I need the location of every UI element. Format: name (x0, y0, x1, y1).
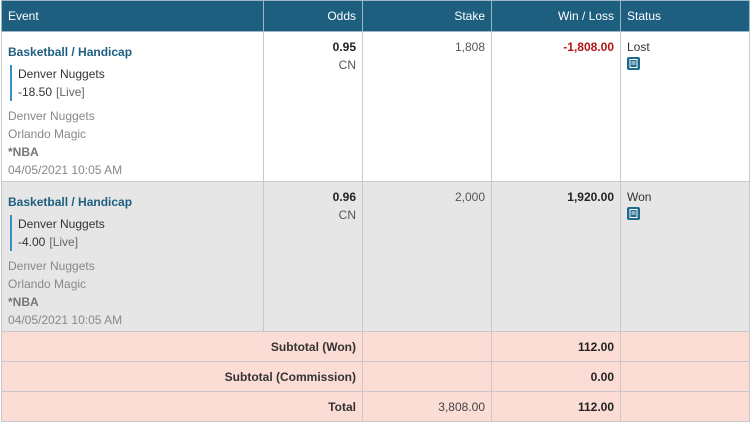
stake-cell: 1,808 (362, 31, 492, 182)
total-status-cell (620, 391, 750, 422)
subtotal-won-stake-cell (362, 331, 492, 362)
odds-type: CN (338, 58, 356, 72)
selection-line-row: -18.50 [Live] (18, 83, 257, 101)
odds-value: 0.96 (332, 190, 356, 204)
receipt-icon[interactable] (627, 207, 640, 220)
selection-team: Denver Nuggets (18, 217, 105, 231)
subtotal-won-value: 112.00 (491, 331, 621, 362)
subtotal-won-status-cell (620, 331, 750, 362)
win-loss-cell: -1,808.00 (491, 31, 621, 182)
odds-type: CN (338, 208, 356, 222)
total-label: Total (1, 391, 363, 422)
stake-cell: 2,000 (362, 181, 492, 332)
odds-cell: 0.96 CN (263, 181, 363, 332)
total-stake: 3,808.00 (362, 391, 492, 422)
win-loss-cell: 1,920.00 (491, 181, 621, 332)
column-header-status[interactable]: Status (620, 0, 750, 32)
column-header-event[interactable]: Event (1, 0, 264, 32)
league-name: *NBA (8, 145, 39, 159)
handicap-line: -18.50 (18, 85, 53, 99)
bet-history-table: Event Odds Stake Win / Loss Status Baske… (1, 0, 750, 422)
column-header-stake[interactable]: Stake (362, 0, 492, 32)
handicap-line: -4.00 (18, 235, 46, 249)
stake-value: 2,000 (454, 190, 485, 204)
win-loss-value: 1,920.00 (567, 190, 614, 204)
subtotal-commission-value: 0.00 (491, 361, 621, 392)
bet-row: Basketball / Handicap Denver Nuggets -4.… (1, 181, 750, 332)
home-team: Denver Nuggets (8, 109, 95, 123)
subtotal-won-row: Subtotal (Won) 112.00 (1, 331, 750, 362)
column-header-odds[interactable]: Odds (263, 0, 363, 32)
odds-value: 0.95 (332, 40, 356, 54)
status-label: Won (627, 190, 652, 204)
event-datetime: 04/05/2021 10:05 AM (8, 163, 123, 177)
subtotal-won-label: Subtotal (Won) (1, 331, 363, 362)
selection-team: Denver Nuggets (18, 67, 105, 81)
column-header-win-loss[interactable]: Win / Loss (491, 0, 621, 32)
table-header-row: Event Odds Stake Win / Loss Status (1, 0, 750, 32)
status-label: Lost (627, 40, 650, 54)
subtotal-commission-status-cell (620, 361, 750, 392)
home-team: Denver Nuggets (8, 259, 95, 273)
win-loss-value: -1,808.00 (563, 40, 614, 54)
selection-block: Denver Nuggets -4.00 [Live] (10, 215, 257, 251)
selection-line-row: -4.00 [Live] (18, 233, 257, 251)
subtotal-commission-row: Subtotal (Commission) 0.00 (1, 361, 750, 392)
receipt-icon[interactable] (627, 57, 640, 70)
total-value: 112.00 (491, 391, 621, 422)
live-badge: [Live] (56, 85, 85, 99)
event-title: Basketball / Handicap (8, 195, 133, 209)
odds-cell: 0.95 CN (263, 31, 363, 182)
away-team: Orlando Magic (8, 277, 87, 291)
total-row: Total 3,808.00 112.00 (1, 391, 750, 422)
bet-row: Basketball / Handicap Denver Nuggets -18… (1, 31, 750, 182)
stake-value: 1,808 (454, 40, 485, 54)
live-badge: [Live] (49, 235, 79, 249)
event-title: Basketball / Handicap (8, 45, 133, 59)
selection-block: Denver Nuggets -18.50 [Live] (10, 65, 257, 101)
status-cell: Lost (620, 31, 750, 182)
league-name: *NBA (8, 295, 39, 309)
away-team: Orlando Magic (8, 127, 87, 141)
subtotal-commission-stake-cell (362, 361, 492, 392)
subtotal-commission-label: Subtotal (Commission) (1, 361, 363, 392)
event-cell: Basketball / Handicap Denver Nuggets -4.… (1, 181, 264, 332)
event-cell: Basketball / Handicap Denver Nuggets -18… (1, 31, 264, 182)
status-cell: Won (620, 181, 750, 332)
event-datetime: 04/05/2021 10:05 AM (8, 313, 123, 327)
